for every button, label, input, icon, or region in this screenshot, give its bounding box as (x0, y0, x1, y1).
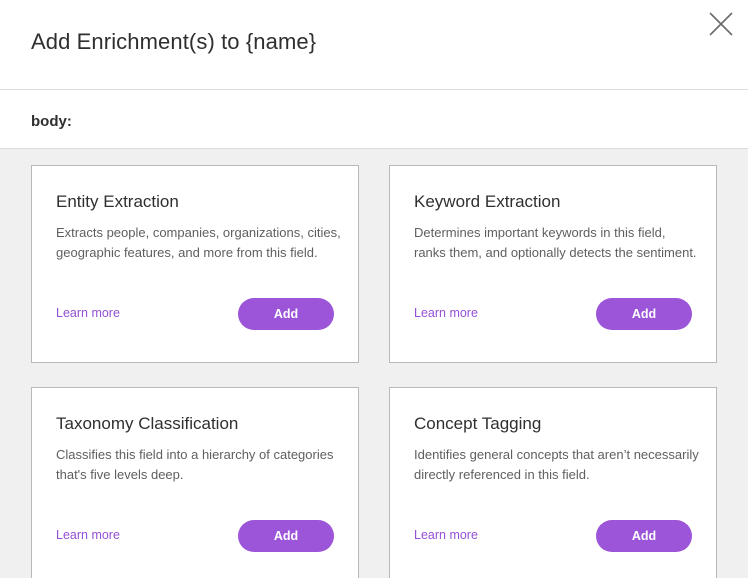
dialog-header: Add Enrichment(s) to {name} (0, 0, 748, 90)
card-description: Classifies this field into a hierarchy o… (56, 447, 334, 482)
learn-more-link[interactable]: Learn more (414, 528, 478, 542)
card-taxonomy-classification: Taxonomy Classification Classifies this … (31, 387, 359, 578)
field-bar: body: (0, 90, 748, 149)
card-concept-tagging: Concept Tagging Identifies general conce… (389, 387, 717, 578)
learn-more-link[interactable]: Learn more (56, 306, 120, 320)
add-button[interactable]: Add (596, 520, 692, 552)
field-label: body: (31, 113, 72, 130)
card-title: Keyword Extraction (414, 192, 561, 211)
enrichment-dialog: Add Enrichment(s) to {name} body: Entity… (0, 0, 748, 578)
learn-more-link[interactable]: Learn more (56, 528, 120, 542)
add-button[interactable]: Add (238, 520, 334, 552)
card-title: Concept Tagging (414, 414, 542, 433)
card-description: Extracts people, companies, organization… (56, 225, 341, 260)
enrichment-grid: Entity Extraction Extracts people, compa… (0, 150, 748, 578)
card-description: Identifies general concepts that aren’t … (414, 447, 699, 482)
learn-more-link[interactable]: Learn more (414, 306, 478, 320)
add-button[interactable]: Add (238, 298, 334, 330)
card-description: Determines important keywords in this fi… (414, 225, 697, 260)
card-title: Taxonomy Classification (56, 414, 239, 433)
add-button[interactable]: Add (596, 298, 692, 330)
card-entity-extraction: Entity Extraction Extracts people, compa… (31, 165, 359, 363)
card-title: Entity Extraction (56, 192, 179, 211)
close-icon[interactable] (707, 10, 735, 38)
card-keyword-extraction: Keyword Extraction Determines important … (389, 165, 717, 363)
dialog-title: Add Enrichment(s) to {name} (31, 29, 317, 54)
